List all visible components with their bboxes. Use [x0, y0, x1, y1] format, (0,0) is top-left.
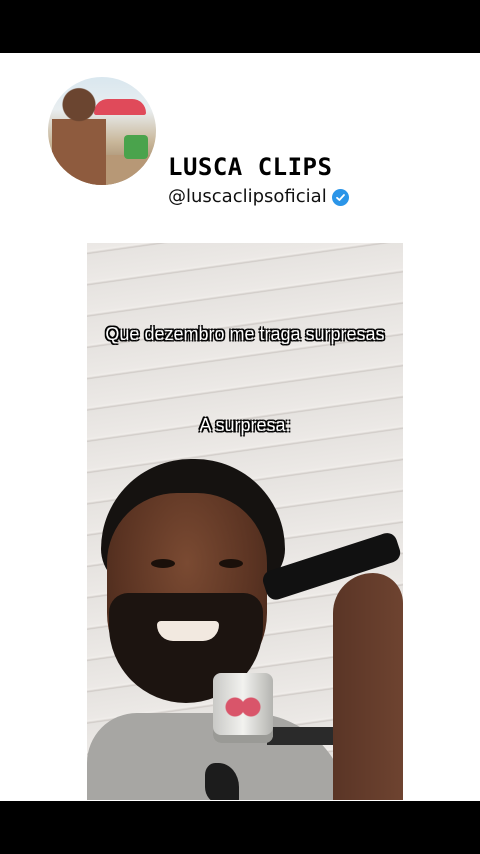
video-caption-top: Que dezembro me traga surpresas: [105, 324, 385, 344]
raised-arm: [333, 573, 403, 800]
avatar-person: [52, 87, 106, 185]
channel-handle-row[interactable]: @luscaclipsoficial: [168, 185, 349, 209]
video-caption-bottom: A surpresa:: [199, 415, 291, 435]
channel-name[interactable]: LUSCA CLIPS: [168, 153, 428, 181]
video-player[interactable]: Que dezembro me traga surpresas A surpre…: [87, 243, 403, 800]
top-letterbox: [0, 0, 480, 53]
tin-can: [213, 673, 273, 743]
bottom-letterbox: [0, 801, 480, 854]
channel-avatar[interactable]: [48, 77, 156, 185]
channel-handle: @luscaclipsoficial: [168, 186, 327, 207]
verified-check-icon: [331, 188, 349, 206]
